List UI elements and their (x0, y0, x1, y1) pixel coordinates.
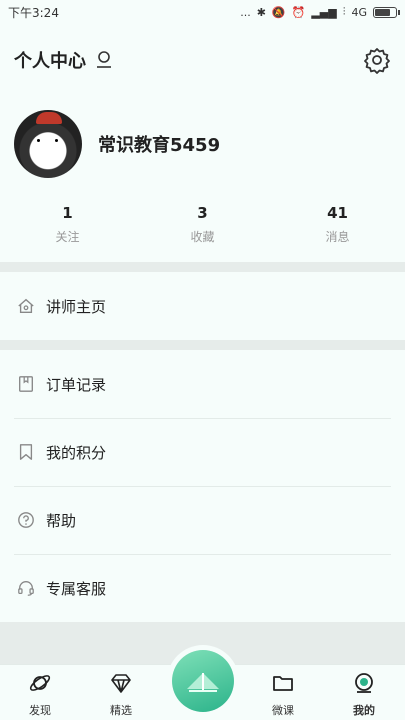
stat-value: 41 (327, 204, 348, 222)
network-type: 4G (351, 5, 367, 19)
tab-label: 发现 (29, 704, 51, 717)
receipt-icon (16, 374, 36, 394)
stat-value: 1 (62, 204, 73, 222)
stat-following[interactable]: 1 关注 (0, 204, 135, 248)
center-book-button[interactable] (172, 650, 234, 712)
tab-micro-course[interactable]: 微课 (253, 671, 313, 718)
tab-mine[interactable]: 我的 (334, 671, 394, 718)
stat-label: 收藏 (190, 230, 215, 244)
menu-label: 帮助 (46, 511, 77, 530)
tab-discover[interactable]: 发现 (10, 671, 70, 718)
section-divider (0, 262, 405, 272)
menu-item-lecturer-home[interactable]: 讲师主页 (0, 272, 405, 340)
user-circle-icon (355, 673, 373, 693)
menu-item-customer-service[interactable]: 专属客服 (0, 554, 405, 622)
avatar-hat (36, 112, 62, 124)
page-title: 个人中心 (14, 51, 86, 72)
stat-label: 消息 (325, 230, 350, 244)
status-time: 下午3:24 (8, 5, 59, 20)
menu-label: 订单记录 (46, 375, 107, 394)
header: 个人中心 (0, 40, 405, 80)
tab-label: 微课 (272, 704, 294, 717)
status-bar: 下午3:24 ... ✱ 🔕 ⏰ ▂▄▆ ⫶ 4G (0, 0, 405, 24)
mute-icon: 🔕 (271, 5, 286, 19)
status-icons: ... ✱ 🔕 ⏰ ▂▄▆ ⫶ 4G (240, 5, 400, 19)
settings-button[interactable] (363, 46, 391, 74)
alarm-icon: ⏰ (291, 5, 306, 19)
username: 常识教育5459 (98, 135, 221, 156)
stat-messages[interactable]: 41 消息 (270, 204, 405, 248)
menu-item-help[interactable]: 帮助 (0, 486, 405, 554)
menu-label: 专属客服 (46, 579, 107, 598)
tab-label: 精选 (110, 704, 132, 717)
folder-icon (273, 676, 293, 691)
battery-icon (373, 6, 400, 18)
menu-item-orders[interactable]: 订单记录 (0, 350, 405, 418)
more-dots: ... (240, 5, 251, 19)
planet-icon (29, 675, 51, 691)
headset-icon (16, 578, 36, 598)
menu-label: 我的积分 (46, 443, 107, 462)
tab-label: 我的 (353, 704, 375, 717)
bluetooth-icon: ✱ (256, 5, 266, 19)
stats-row: 1 关注 3 收藏 41 消息 (0, 204, 405, 248)
gear-icon (364, 48, 390, 74)
menu-item-points[interactable]: 我的积分 (0, 418, 405, 486)
bookmark-icon (16, 442, 36, 462)
signal-2-icon: ⫶ (342, 5, 346, 18)
tab-featured[interactable]: 精选 (91, 671, 151, 718)
stat-value: 3 (197, 204, 208, 222)
user-outline-icon[interactable] (94, 50, 114, 70)
signal-icon: ▂▄▆ (311, 5, 337, 19)
profile-section[interactable]: 常识教育5459 (14, 110, 220, 178)
stat-label: 关注 (55, 230, 80, 244)
help-icon (16, 510, 36, 530)
menu-label: 讲师主页 (46, 297, 107, 316)
section-divider (0, 340, 405, 350)
avatar[interactable] (14, 110, 82, 178)
open-book-icon (187, 673, 219, 692)
home-icon (16, 296, 36, 316)
diamond-icon (111, 674, 131, 693)
stat-favorites[interactable]: 3 收藏 (135, 204, 270, 248)
